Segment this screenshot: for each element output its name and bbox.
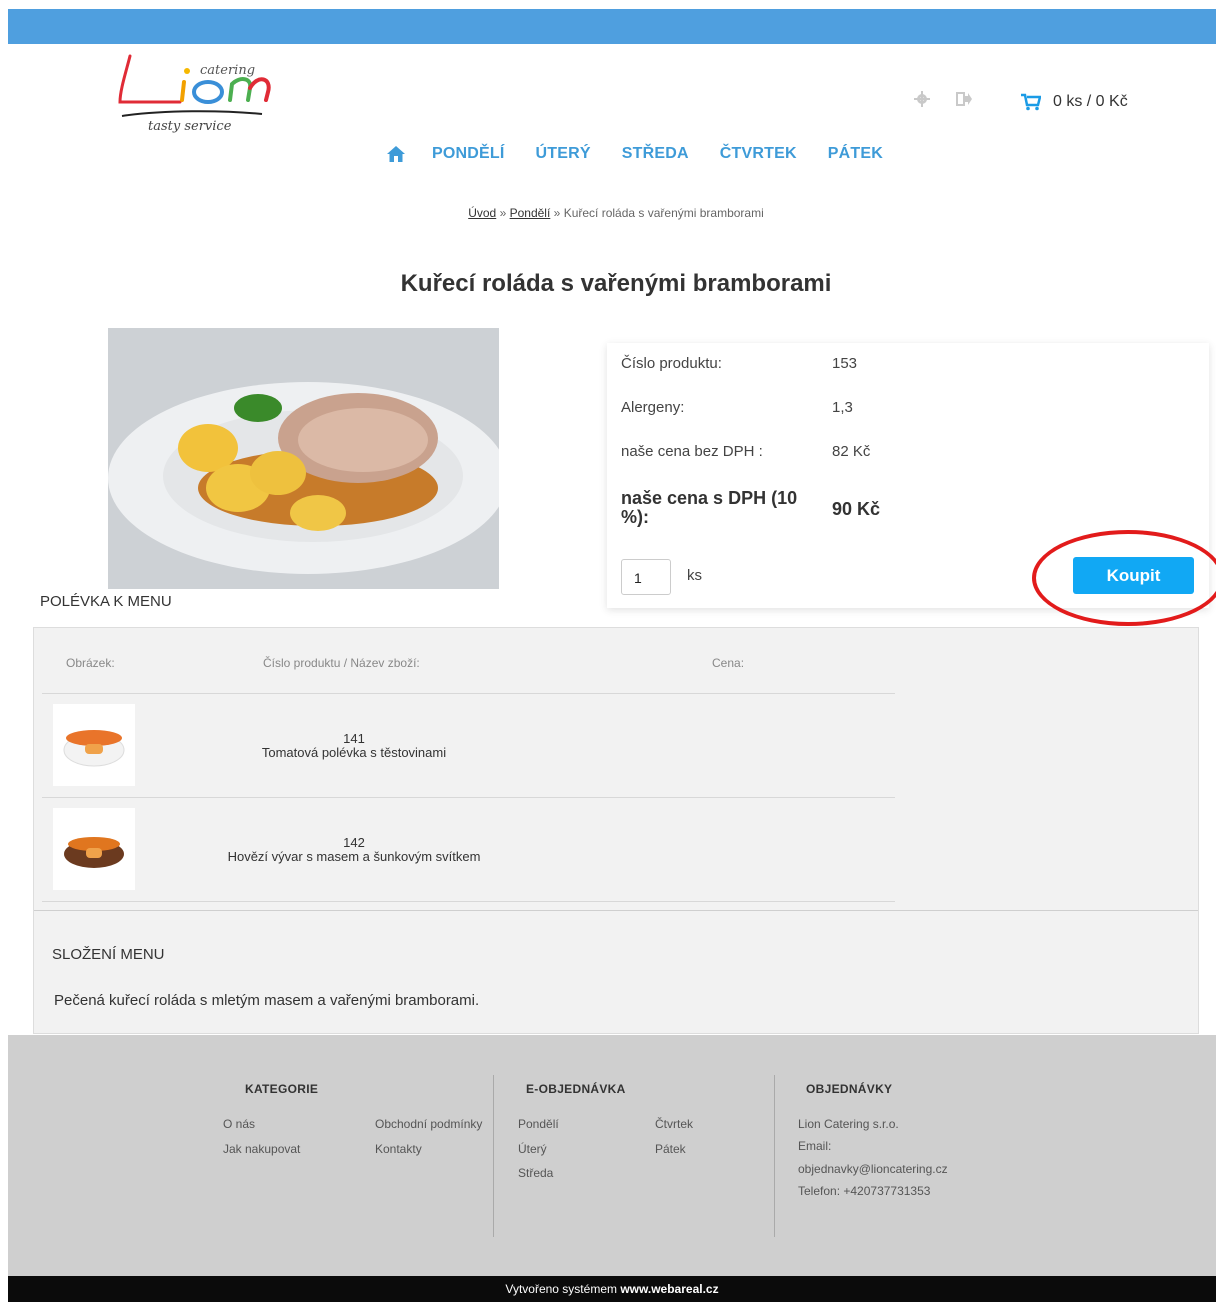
soup-section-heading: POLÉVKA K MENU — [40, 593, 172, 610]
highlight-circle — [1032, 530, 1216, 626]
info-value-allergens: 1,3 — [832, 399, 853, 416]
footer-link[interactable]: O nás — [223, 1117, 255, 1131]
quantity-unit: ks — [687, 567, 702, 584]
footer-separator — [493, 1075, 494, 1237]
bottom-bar: Vytvořeno systémem www.webareal.cz — [8, 1276, 1216, 1302]
breadcrumb: Úvod » Pondělí » Kuřecí roláda s vařeným… — [0, 206, 1216, 220]
info-label-number: Číslo produktu: — [621, 355, 722, 372]
footer-link[interactable]: Čtvrtek — [655, 1117, 693, 1131]
row-divider — [42, 693, 895, 694]
column-header-image: Obrázek: — [66, 656, 115, 670]
product-image — [108, 328, 499, 589]
home-icon[interactable] — [386, 145, 406, 163]
info-label-allergens: Alergeny: — [621, 399, 685, 416]
main-nav: PONDĚLÍ ÚTERÝ STŘEDA ČTVRTEK PÁTEK — [386, 145, 914, 163]
menu-panel: Obrázek: Číslo produktu / Název zboží: C… — [33, 627, 1199, 1034]
footer-link[interactable]: Středa — [518, 1166, 553, 1180]
bottom-prefix: Vytvořeno systémem — [505, 1282, 617, 1296]
footer-email[interactable]: objednavky@lioncatering.cz — [798, 1162, 948, 1176]
nav-item-streda[interactable]: STŘEDA — [622, 145, 689, 163]
column-header-name: Číslo produktu / Název zboží: — [263, 656, 420, 670]
footer-col-title: KATEGORIE — [245, 1082, 319, 1096]
footer-col-title: OBJEDNÁVKY — [806, 1082, 893, 1096]
soup-item[interactable]: 142 Hovězí vývar s masem a šunkovým svít… — [184, 836, 524, 864]
soup-number: 142 — [343, 835, 365, 850]
footer: KATEGORIE O nás Jak nakupovat Obchodní p… — [8, 1035, 1216, 1276]
footer-link[interactable]: Úterý — [518, 1142, 547, 1156]
footer-link[interactable]: Kontakty — [375, 1142, 422, 1156]
row-divider — [42, 901, 895, 902]
footer-link[interactable]: Jak nakupovat — [223, 1142, 300, 1156]
footer-link[interactable]: Pondělí — [518, 1117, 559, 1131]
section-divider — [34, 910, 1198, 911]
composition-heading: SLOŽENÍ MENU — [52, 946, 165, 963]
cart-summary[interactable]: 0 ks / 0 Kč — [1021, 93, 1128, 111]
quantity-input[interactable]: 1 — [621, 559, 671, 595]
breadcrumb-home[interactable]: Úvod — [468, 206, 496, 220]
footer-link[interactable]: Obchodní podmínky — [375, 1117, 482, 1131]
footer-col-title: E-OBJEDNÁVKA — [526, 1082, 626, 1096]
nav-item-utery[interactable]: ÚTERÝ — [536, 145, 591, 163]
footer-email-label: Email: — [798, 1139, 832, 1153]
info-value-price-net: 82 Kč — [832, 443, 871, 460]
soup-number: 141 — [343, 731, 365, 746]
soup-item[interactable]: 141 Tomatová polévka s těstovinami — [184, 732, 524, 760]
info-label-price-net: naše cena bez DPH : — [621, 443, 763, 460]
soup-thumbnail[interactable] — [53, 704, 135, 786]
cart-icon — [1021, 93, 1043, 111]
nav-item-patek[interactable]: PÁTEK — [828, 145, 883, 163]
footer-link[interactable]: Pátek — [655, 1142, 686, 1156]
soup-name: Hovězí vývar s masem a šunkovým svítkem — [227, 849, 481, 864]
footer-phone: Telefon: +420737731353 — [798, 1184, 931, 1198]
info-value-price-vat: 90 Kč — [832, 499, 881, 519]
info-label-price-vat: naše cena s DPH (10 %): — [621, 488, 798, 527]
breadcrumb-current: Kuřecí roláda s vařenými bramborami — [563, 206, 764, 220]
logo-subtitle: catering — [200, 63, 256, 78]
header-icons — [913, 90, 997, 108]
nav-item-ctvrtek[interactable]: ČTVRTEK — [720, 145, 797, 163]
footer-company: Lion Catering s.r.o. — [798, 1117, 899, 1131]
soup-name: Tomatová polévka s těstovinami — [261, 745, 447, 760]
logo[interactable]: catering tasty service — [112, 52, 282, 142]
breadcrumb-separator: » — [499, 206, 507, 220]
breadcrumb-separator: » — [553, 206, 561, 220]
logout-icon[interactable] — [955, 90, 973, 108]
row-divider — [42, 797, 895, 798]
logo-tagline: tasty service — [148, 119, 232, 134]
composition-text: Pečená kuřecí roláda s mletým masem a va… — [54, 992, 480, 1009]
soup-thumbnail[interactable] — [53, 808, 135, 890]
footer-separator — [774, 1075, 775, 1237]
top-bar — [8, 9, 1216, 44]
bottom-brand-link[interactable]: www.webareal.cz — [620, 1282, 718, 1296]
breadcrumb-category[interactable]: Pondělí — [510, 206, 551, 220]
page-title: Kuřecí roláda s vařenými bramborami — [400, 270, 832, 297]
info-value-number: 153 — [832, 355, 858, 372]
gear-icon[interactable] — [913, 90, 931, 108]
nav-item-pondeli[interactable]: PONDĚLÍ — [432, 145, 505, 163]
cart-text: 0 ks / 0 Kč — [1053, 93, 1128, 110]
column-header-price: Cena: — [712, 656, 745, 670]
